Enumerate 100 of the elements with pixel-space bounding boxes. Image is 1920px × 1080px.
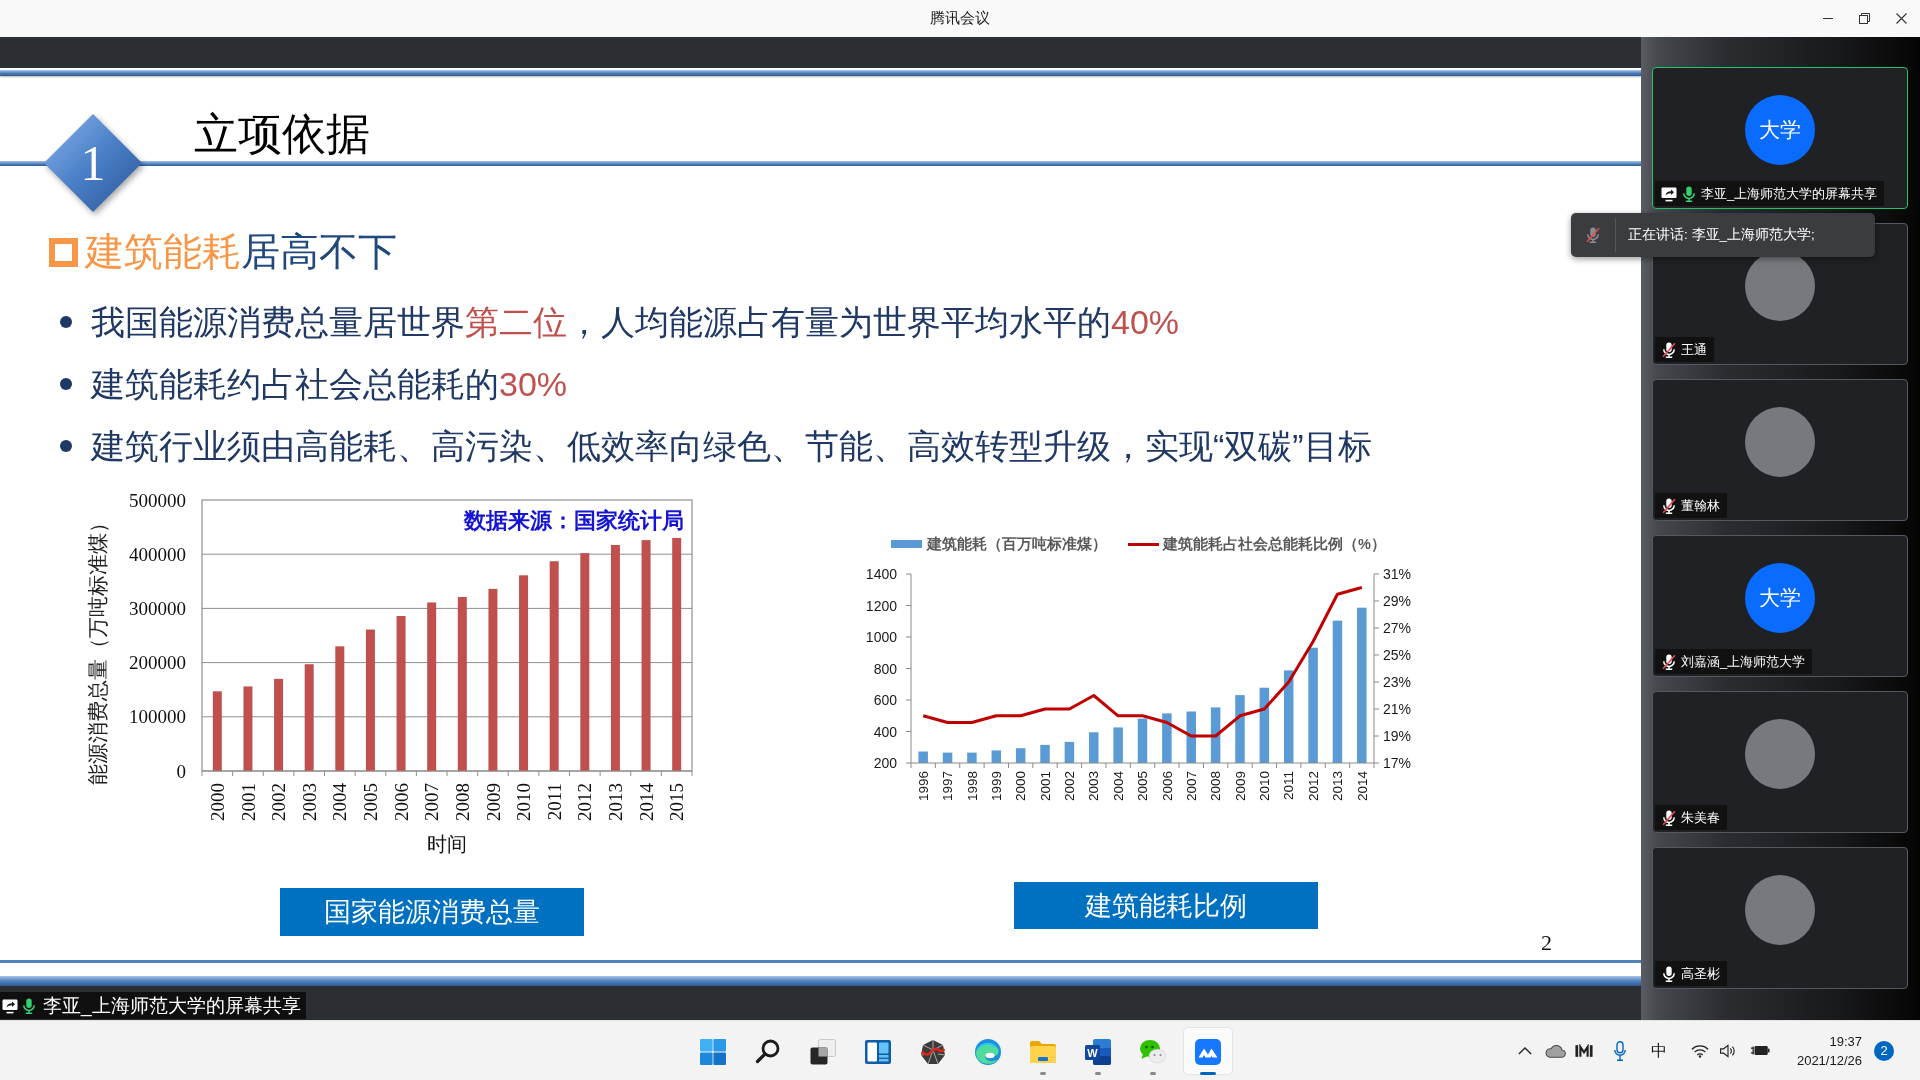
section-number-badge: 1 bbox=[44, 114, 142, 212]
axis-tick-label: 2000 bbox=[206, 783, 228, 821]
close-icon bbox=[1896, 13, 1907, 24]
axis-tick-label: 200000 bbox=[129, 652, 186, 674]
axis-tick-label: 1998 bbox=[964, 771, 980, 802]
axis-tick-label: 2013 bbox=[605, 783, 627, 821]
axis-tick-label: 2012 bbox=[1305, 771, 1321, 802]
axis-tick-label: 2012 bbox=[574, 783, 596, 821]
input-method-indicator[interactable]: 中 bbox=[1651, 1041, 1667, 1060]
stacked-squares-icon bbox=[808, 1037, 837, 1066]
bar bbox=[991, 750, 1002, 763]
chat-bubbles-icon bbox=[1138, 1037, 1167, 1066]
axis-tick-label: 1200 bbox=[865, 597, 897, 614]
axis-tick-label: 1996 bbox=[915, 771, 931, 802]
bullet-dot-icon bbox=[60, 440, 72, 452]
notification-badge[interactable]: 2 bbox=[1874, 1040, 1894, 1061]
axis-tick-label: 2004 bbox=[329, 783, 351, 821]
axis-tick-label: 17% bbox=[1383, 755, 1412, 771]
share-label-text: 李亚_上海师范大学的屏幕共享 bbox=[43, 993, 301, 1019]
bar bbox=[1210, 707, 1221, 763]
axis-tick-label: 500000 bbox=[129, 489, 186, 511]
axis-tick-label: 2014 bbox=[635, 783, 657, 821]
axis-tick-label: 2009 bbox=[482, 783, 504, 821]
axis-tick-label: 2013 bbox=[1330, 771, 1346, 802]
participant-name: 王通 bbox=[1681, 340, 1707, 359]
battery-icon[interactable] bbox=[1750, 1044, 1770, 1057]
participant-name: 高圣彬 bbox=[1681, 964, 1720, 983]
start-icon bbox=[698, 1037, 727, 1066]
chevron-up-icon[interactable] bbox=[1518, 1046, 1532, 1055]
axis-tick-label: 2002 bbox=[268, 783, 290, 821]
axis-tick-label: 2007 bbox=[421, 783, 443, 821]
axis-tick-label: 0 bbox=[176, 760, 186, 782]
chart-caption: 国家能源消费总量 bbox=[280, 888, 584, 936]
legend-label: 建筑能耗占社会总能耗比例（%） bbox=[1163, 534, 1386, 554]
bar bbox=[1113, 727, 1123, 763]
axis-tick-label: 1000 bbox=[865, 629, 897, 645]
avatar: 大学 bbox=[1745, 563, 1815, 633]
bar bbox=[1137, 718, 1148, 763]
axis-tick-label: 2006 bbox=[1159, 771, 1175, 802]
avatar: 大学 bbox=[1745, 95, 1815, 165]
participant-name: 李亚_上海师范大学的屏幕共享 bbox=[1701, 184, 1878, 203]
clock-date[interactable]: 2021/12/26 bbox=[1796, 1050, 1862, 1070]
cloud-icon[interactable] bbox=[1544, 1043, 1566, 1058]
axis-tick-label: 19% bbox=[1383, 728, 1412, 744]
legend-label: 建筑能耗（百万吨标准煤） bbox=[927, 534, 1107, 554]
axis-tick-label: 2015 bbox=[666, 783, 688, 821]
bar bbox=[1186, 711, 1196, 763]
axis-tick-label: 2011 bbox=[543, 783, 565, 821]
axis-tick-label: 2011 bbox=[1281, 771, 1297, 801]
bar bbox=[942, 752, 953, 763]
bullet-text: 我国能源消费总量居世界第二位，人均能源占有量为世界平均水平的40% bbox=[91, 302, 1180, 343]
volume-icon[interactable] bbox=[1719, 1043, 1737, 1058]
wifi-icon[interactable] bbox=[1691, 1043, 1709, 1058]
axis-tick-label: 2003 bbox=[1086, 771, 1102, 802]
bar bbox=[967, 752, 977, 763]
axis-tick-label: 2003 bbox=[298, 783, 320, 821]
axis-tick-label: 2001 bbox=[237, 783, 259, 821]
axis-tick-label: 2004 bbox=[1110, 771, 1126, 802]
participant-name: 刘嘉涵_上海师范大学 bbox=[1681, 652, 1806, 671]
page-number: 2 bbox=[1541, 931, 1552, 955]
axis-tick-label: 23% bbox=[1383, 674, 1412, 690]
axis-tick-label: 27% bbox=[1383, 620, 1412, 636]
bar bbox=[1015, 748, 1026, 763]
axis-tick-label: 2001 bbox=[1037, 771, 1053, 802]
axis-tick-label: 200 bbox=[873, 755, 897, 771]
axis-tick-label: 300000 bbox=[129, 597, 186, 619]
clock-time[interactable]: 19:37 bbox=[1829, 1031, 1862, 1051]
swirl-icon bbox=[973, 1037, 1002, 1066]
axis-tick-label: 2014 bbox=[1354, 771, 1370, 802]
axis-tick-label: 1400 bbox=[865, 566, 897, 582]
bullet-dot-icon bbox=[60, 378, 72, 390]
bullet-text: 建筑行业须由高能耗、高污染、低效率向绿色、节能、高效转型升级，实现“双碳”目标 bbox=[91, 426, 1372, 467]
axis-tick-label: 100000 bbox=[129, 706, 186, 728]
bar bbox=[1162, 713, 1172, 763]
peaks-tile-icon bbox=[1193, 1037, 1222, 1066]
axis-tick-label: 2002 bbox=[1062, 771, 1078, 802]
bars-zigzag-icon[interactable] bbox=[1575, 1043, 1593, 1058]
restore-icon bbox=[1859, 13, 1870, 24]
axis-tick-label: 31% bbox=[1383, 566, 1412, 582]
microphone-icon[interactable] bbox=[1614, 1040, 1626, 1061]
axis-tick-label: 2010 bbox=[1257, 771, 1273, 802]
participant-name: 朱美春 bbox=[1681, 808, 1720, 827]
axis-tick-label: 400000 bbox=[129, 543, 186, 565]
minimize-icon bbox=[1822, 18, 1833, 19]
square-bullet-icon bbox=[49, 237, 78, 267]
taskbar-button[interactable]: W bbox=[1072, 1026, 1123, 1075]
participant-name: 董翰林 bbox=[1681, 496, 1720, 515]
slide-title: 立项依据 bbox=[194, 112, 370, 158]
slide-subtitle: 建筑能耗居高不下 bbox=[85, 229, 397, 275]
axis-tick-label: 600 bbox=[873, 692, 897, 708]
bullet-dot-icon bbox=[60, 316, 72, 328]
bar bbox=[1064, 741, 1075, 763]
muted-microphone-icon bbox=[1585, 227, 1601, 243]
polyhedron-icon bbox=[918, 1037, 947, 1066]
axis-tick-label: 400 bbox=[873, 723, 897, 740]
panels-icon bbox=[863, 1037, 892, 1066]
axis-tick-label: 1999 bbox=[989, 771, 1004, 802]
bar bbox=[918, 751, 928, 763]
axis-tick-label: 2009 bbox=[1232, 771, 1248, 802]
bar bbox=[1235, 695, 1245, 763]
